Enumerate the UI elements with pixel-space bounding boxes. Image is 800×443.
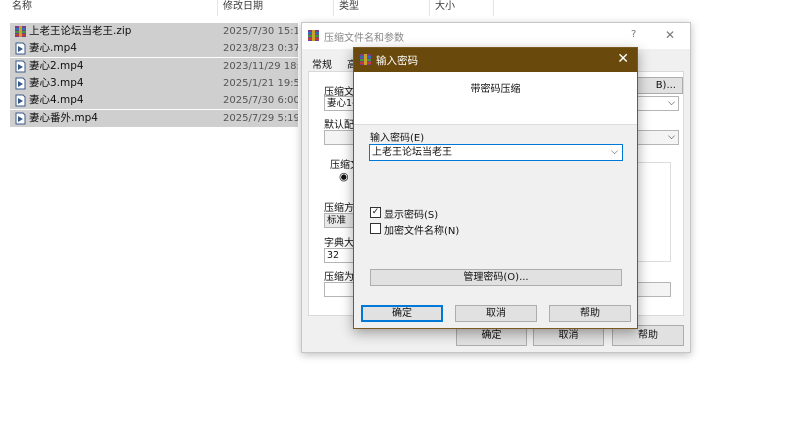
dictionary-size-label: 字典大 [324,238,354,249]
file-name: 妻心.mp4 [29,42,77,54]
split-volumes-field[interactable] [324,282,356,297]
column-header-date[interactable]: 修改日期 [223,0,263,16]
chevron-down-icon: ⌵ [668,98,675,108]
split-volumes-label: 压缩为 [324,272,354,283]
cancel-button[interactable]: 取消 [455,305,537,322]
manage-passwords-button[interactable]: 管理密码(O)... [370,269,622,286]
winrar-app-icon [360,54,371,65]
dialog-titlebar[interactable]: 输入密码 ✕ [354,48,637,72]
ok-button[interactable]: 确定 [361,305,443,322]
default-profile-label: 默认配 [324,120,354,131]
dialog-title: 输入密码 [376,55,418,67]
help-button[interactable]: 帮助 [549,305,631,322]
file-date: 2025/7/30 6:00 [223,95,298,106]
help-icon[interactable]: ? [631,29,636,40]
password-label: 输入密码(E) [370,133,425,144]
file-row[interactable]: 妻心2.mp4 2023/11/29 18:1 [10,58,298,75]
chevron-down-icon[interactable]: ⌵ [611,145,618,160]
password-input[interactable]: 上老王论坛当老王 ⌵ [369,144,623,161]
chevron-down-icon: ⌵ [668,132,675,142]
winrar-archive-icon [15,26,26,37]
file-date: 2025/1/21 19:56 [223,78,298,89]
file-name: 上老王论坛当老王.zip [29,25,132,37]
video-file-icon [15,94,26,107]
column-header-type[interactable]: 类型 [339,0,359,16]
format-radio[interactable]: ◉ [339,170,349,183]
column-header-size[interactable]: 大小 [435,0,455,16]
video-file-icon [15,42,26,55]
dialog-heading: 带密码压缩 [470,84,521,95]
dialog-title: 压缩文件名和参数 [324,33,404,44]
file-name: 妻心2.mp4 [29,60,84,72]
show-password-label: 显示密码(S) [384,210,439,221]
file-name: 妻心番外.mp4 [29,112,98,124]
compression-method-label: 压缩方 [324,203,354,214]
file-name: 妻心4.mp4 [29,94,84,106]
file-row[interactable]: 妻心.mp4 2023/8/23 0:37 [10,40,298,57]
file-row[interactable]: 上老王论坛当老王.zip 2025/7/30 15:18 [10,23,298,40]
enter-password-dialog: 输入密码 ✕ 带密码压缩 输入密码(E) 上老王论坛当老王 ⌵ ✓ 显示密码(S… [353,47,638,329]
file-date: 2025/7/29 5:19 [223,113,298,124]
video-file-icon [15,60,26,73]
encrypt-file-names-label: 加密文件名称(N) [384,226,460,237]
compression-method-dropdown[interactable]: 标准 [324,213,356,228]
file-date: 2023/8/23 0:37 [223,43,298,54]
password-value: 上老王论坛当老王 [372,147,452,158]
close-icon[interactable]: ✕ [617,51,629,67]
file-row[interactable]: 妻心3.mp4 2025/1/21 19:56 [10,75,298,92]
column-divider[interactable] [333,0,334,16]
checkbox-unchecked-icon[interactable] [370,223,381,234]
file-date: 2023/11/29 18:1 [223,61,298,72]
video-file-icon [15,77,26,90]
close-icon[interactable]: ✕ [665,28,675,42]
file-name: 妻心3.mp4 [29,77,84,89]
video-file-icon [15,112,26,125]
column-divider[interactable] [493,0,494,16]
column-header-name[interactable]: 名称 [12,0,32,16]
file-date: 2025/7/30 15:18 [223,26,298,37]
winrar-app-icon [308,30,319,41]
dialog-titlebar[interactable]: 压缩文件名和参数 ? ✕ [302,23,690,49]
dictionary-size-dropdown[interactable]: 32 [324,248,356,263]
checkbox-checked-icon[interactable]: ✓ [370,207,381,218]
file-row[interactable]: 妻心番外.mp4 2025/7/29 5:19 [10,110,298,127]
file-row[interactable]: 妻心4.mp4 2025/7/30 6:00 [10,92,298,109]
column-divider[interactable] [217,0,218,16]
tab-general[interactable]: 常规 [312,56,332,71]
archive-name-value: 妻心1- [327,98,356,109]
column-divider[interactable] [429,0,430,16]
